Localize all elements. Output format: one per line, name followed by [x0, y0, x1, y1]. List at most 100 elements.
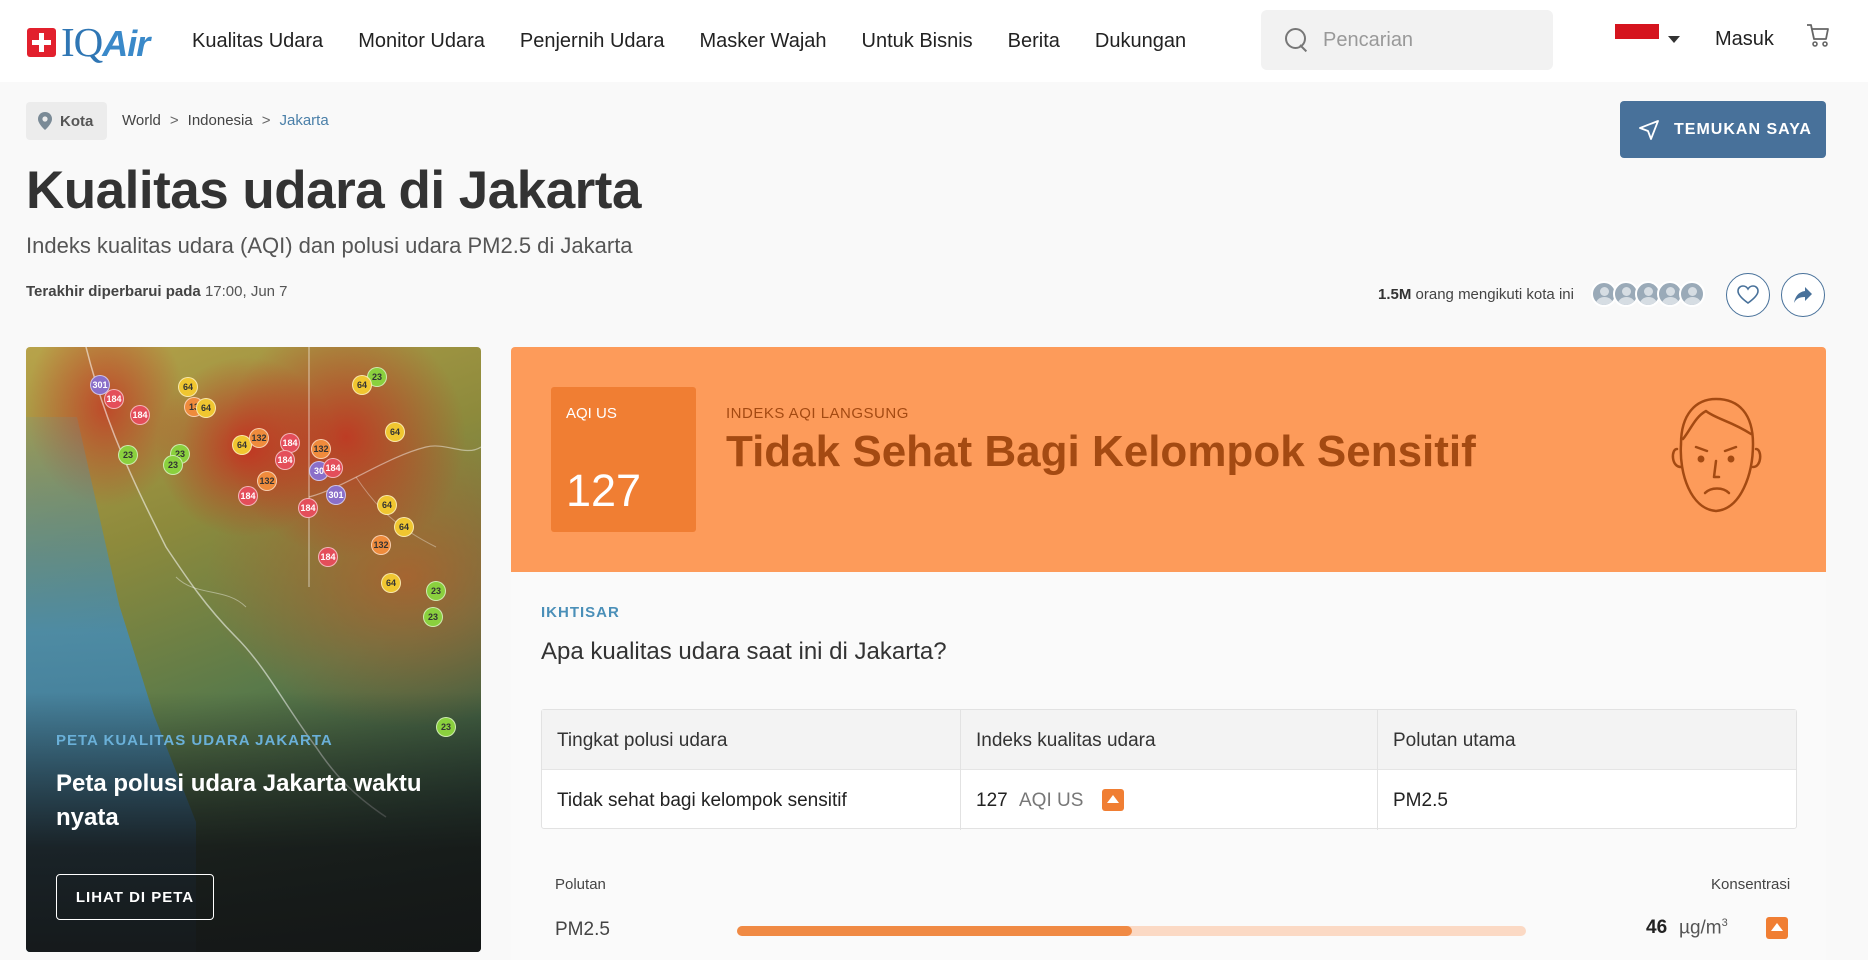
header-pollution-level: Tingkat polusi udara: [557, 730, 728, 751]
followers-text: 1.5M orang mengikuti kota ini: [1378, 286, 1574, 303]
map-marker[interactable]: 184: [238, 486, 258, 506]
login-link[interactable]: Masuk: [1715, 28, 1774, 51]
map-card-heading: Peta polusi udara Jakarta waktu nyata: [56, 770, 422, 831]
map-marker[interactable]: 64: [381, 573, 401, 593]
page-subtitle: Indeks kualitas udara (AQI) dan polusi u…: [26, 233, 633, 258]
map-marker[interactable]: 23: [423, 607, 443, 627]
overview-question: Apa kualitas udara saat ini di Jakarta?: [541, 638, 947, 665]
breadcrumb: World > Indonesia > Jakarta: [122, 112, 329, 129]
sad-face-icon: [1671, 397, 1762, 513]
overview-tag: IKHTISAR: [541, 604, 620, 621]
find-me-label: TEMUKAN SAYA: [1674, 120, 1812, 138]
follower-avatars: [1591, 281, 1705, 307]
map-marker[interactable]: 64: [178, 377, 198, 397]
menu-item-face-masks[interactable]: Masker Wajah: [699, 30, 826, 53]
breadcrumb-separator: >: [169, 112, 179, 129]
header-main-pollutant: Polutan utama: [1393, 730, 1516, 751]
map-marker[interactable]: 184: [318, 547, 338, 567]
last-updated: Terakhir diperbarui pada 17:00, Jun 7: [26, 283, 288, 300]
aqi-status: Tidak Sehat Bagi Kelompok Sensitif: [726, 427, 1476, 476]
followers-count: 1.5M: [1378, 286, 1412, 303]
map-marker[interactable]: 184: [104, 389, 124, 409]
aqi-box: AQI US 127: [551, 387, 696, 532]
aqi-panel: AQI US 127 INDEKS AQI LANGSUNG Tidak Seh…: [511, 347, 1826, 572]
swiss-flag-icon: [27, 28, 56, 57]
search-box[interactable]: [1261, 10, 1553, 70]
map-marker[interactable]: 23: [163, 455, 183, 475]
arrow-up-icon: [1766, 917, 1788, 939]
menu-item-air-monitors[interactable]: Monitor Udara: [358, 30, 485, 53]
main-menu: Kualitas Udara Monitor Udara Penjernih U…: [192, 0, 1221, 82]
cell-aqi-value: 127: [976, 790, 1008, 811]
map-marker[interactable]: 132: [257, 471, 277, 491]
map-marker[interactable]: 132: [311, 439, 331, 459]
followers-label: orang mengikuti kota ini: [1415, 286, 1574, 303]
pollutant-bar-fill: [737, 926, 1132, 936]
concentration-header: Konsentrasi: [1711, 876, 1791, 893]
map-marker[interactable]: 184: [130, 405, 150, 425]
map-marker[interactable]: 184: [275, 450, 295, 470]
city-pill-label: Kota: [60, 112, 94, 130]
map-card[interactable]: 301 184 184 64 13 64 64 23 23 23 23 64 132 184 132 64 18…: [26, 347, 481, 952]
pollutant-header: Polutan: [555, 876, 606, 893]
indonesia-flag-icon[interactable]: [1615, 24, 1659, 54]
search-icon: [1285, 28, 1309, 52]
share-arrow-icon: [1794, 287, 1812, 303]
pollutant-unit: µg/m3: [1679, 917, 1728, 939]
pollutant-value: 46: [1646, 917, 1668, 938]
map-marker[interactable]: 64: [377, 495, 397, 515]
logo-text: IQAir: [61, 19, 150, 65]
aqi-label: AQI US: [566, 405, 617, 422]
cell-aqi-unit: AQI US: [1019, 790, 1084, 811]
map-marker[interactable]: 64: [385, 422, 405, 442]
last-updated-value: 17:00, Jun 7: [204, 283, 288, 300]
navigation-arrow-icon: [1639, 119, 1659, 140]
menu-item-news[interactable]: Berita: [1008, 30, 1060, 53]
map-marker[interactable]: 23: [436, 717, 456, 737]
location-pin-icon: [38, 112, 52, 130]
breadcrumb-world[interactable]: World: [122, 112, 161, 129]
summary-table: Tingkat polusi udara Indeks kualitas uda…: [541, 709, 1797, 830]
pollutant-bar: [737, 926, 1526, 936]
cart-icon[interactable]: [1806, 22, 1830, 48]
map-marker[interactable]: 184: [298, 498, 318, 518]
arrow-up-icon: [1102, 789, 1124, 811]
chevron-down-icon[interactable]: [1668, 36, 1680, 43]
menu-item-air-purifiers[interactable]: Penjernih Udara: [520, 30, 665, 53]
map-marker[interactable]: 132: [249, 428, 269, 448]
iqair-logo[interactable]: IQAir: [27, 19, 150, 65]
header-aqi: Indeks kualitas udara: [976, 730, 1156, 751]
share-button[interactable]: [1781, 273, 1825, 317]
last-updated-label: Terakhir diperbarui pada: [26, 283, 201, 300]
aqi-live-label: INDEKS AQI LANGSUNG: [726, 405, 909, 422]
map-marker[interactable]: 132: [371, 535, 391, 555]
heart-icon: [1737, 285, 1759, 304]
map-marker[interactable]: 64: [352, 375, 372, 395]
overview-section: IKHTISAR Apa kualitas udara saat ini di …: [511, 572, 1826, 960]
breadcrumb-indonesia[interactable]: Indonesia: [188, 112, 253, 129]
view-on-map-button[interactable]: LIHAT DI PETA: [56, 874, 214, 920]
map-marker[interactable]: 184: [323, 458, 343, 478]
map-marker[interactable]: 23: [426, 581, 446, 601]
map-card-tag: PETA KUALITAS UDARA JAKARTA: [56, 732, 333, 749]
search-input[interactable]: [1323, 28, 1543, 52]
top-nav: IQAir Kualitas Udara Monitor Udara Penje…: [0, 0, 1868, 82]
summary-table-header: [542, 710, 1796, 770]
breadcrumb-jakarta[interactable]: Jakarta: [280, 112, 329, 129]
menu-item-air-quality[interactable]: Kualitas Udara: [192, 30, 323, 53]
aqi-value: 127: [566, 465, 642, 516]
menu-item-support[interactable]: Dukungan: [1095, 30, 1186, 53]
menu-item-business[interactable]: Untuk Bisnis: [862, 30, 973, 53]
map-marker[interactable]: 301: [326, 485, 346, 505]
breadcrumb-separator: >: [261, 112, 271, 129]
map-marker[interactable]: 64: [394, 517, 414, 537]
map-marker[interactable]: 64: [196, 398, 216, 418]
follow-button[interactable]: [1726, 273, 1770, 317]
city-pill: Kota: [26, 102, 107, 140]
avatar: [1679, 281, 1705, 307]
map-marker[interactable]: 23: [118, 445, 138, 465]
find-me-button[interactable]: TEMUKAN SAYA: [1620, 101, 1826, 158]
page-title: Kualitas udara di Jakarta: [26, 161, 641, 220]
cell-pollution-level: Tidak sehat bagi kelompok sensitif: [557, 790, 847, 811]
cell-main-pollutant: PM2.5: [1393, 790, 1448, 811]
